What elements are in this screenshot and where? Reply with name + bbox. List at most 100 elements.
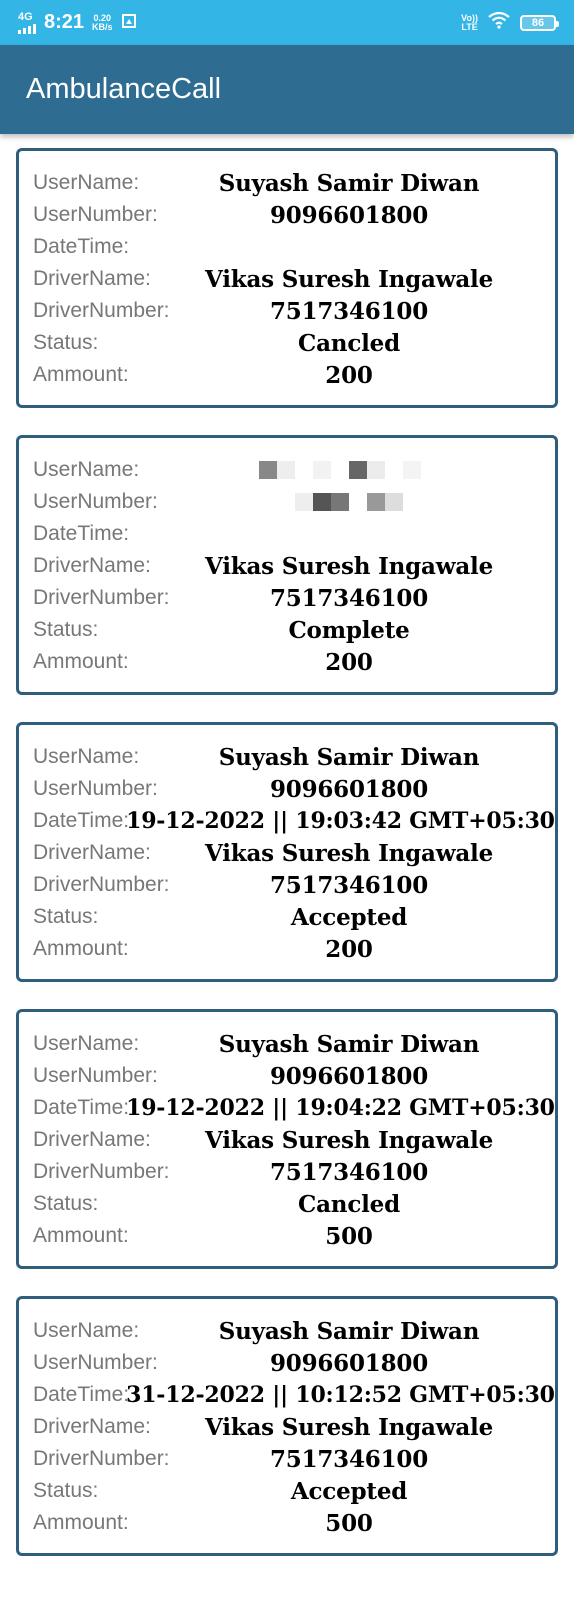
drivernumber-value: 7517346100 xyxy=(269,1158,429,1186)
datetime-row: DateTime: 19-12-2022 || 19:03:42 GMT+05:… xyxy=(33,805,555,837)
usernumber-value: 9096601800 xyxy=(269,1062,429,1090)
booking-card[interactable]: UserName: Suyash Samir Diwan UserNumber:… xyxy=(16,148,558,408)
drivernumber-label: DriverNumber: xyxy=(33,299,170,322)
drivernumber-row: DriverNumber: 7517346100 xyxy=(33,869,555,901)
status-value: Cancled xyxy=(298,329,400,357)
drivername-row: DriverName: Vikas Suresh Ingawale xyxy=(33,263,555,295)
drivernumber-value: 7517346100 xyxy=(269,297,429,325)
amount-value: 500 xyxy=(325,1509,373,1537)
username-row: UserName: Suyash Samir Diwan xyxy=(33,741,555,773)
amount-label: Ammount: xyxy=(33,1511,129,1534)
usernumber-value: 9096601800 xyxy=(269,775,429,803)
signal-icon: 4G xyxy=(18,10,36,34)
drivername-value: Vikas Suresh Ingawale xyxy=(204,1413,494,1441)
amount-label: Ammount: xyxy=(33,363,129,386)
status-value: Accepted xyxy=(290,903,408,931)
drivername-label: DriverName: xyxy=(33,1415,151,1438)
amount-row: Ammount: 200 xyxy=(33,359,555,391)
drivernumber-label: DriverNumber: xyxy=(33,586,170,609)
drivernumber-label: DriverNumber: xyxy=(33,873,170,896)
datetime-label: DateTime: xyxy=(33,1096,130,1119)
usernumber-label: UserNumber: xyxy=(33,1351,158,1374)
drivernumber-value: 7517346100 xyxy=(269,871,429,899)
drivername-row: DriverName: Vikas Suresh Ingawale xyxy=(33,1124,555,1156)
username-value-redacted xyxy=(143,461,555,479)
app-bar: AmbulanceCall xyxy=(0,45,574,134)
datetime-row: DateTime: 31-12-2022 || 10:12:52 GMT+05:… xyxy=(33,1379,555,1411)
status-row: Status: Complete xyxy=(33,614,555,646)
usernumber-label: UserNumber: xyxy=(33,203,158,226)
datetime-row: DateTime: 19-12-2022 || 19:04:22 GMT+05:… xyxy=(33,1092,555,1124)
amount-value: 500 xyxy=(325,1222,373,1250)
datetime-row: DateTime: xyxy=(33,231,555,263)
booking-card[interactable]: UserName: Suyash Samir Diwan UserNumber:… xyxy=(16,1009,558,1269)
wifi-icon xyxy=(488,11,510,34)
network-type: 4G xyxy=(18,10,33,23)
amount-row: Ammount: 200 xyxy=(33,933,555,965)
drivername-label: DriverName: xyxy=(33,1128,151,1151)
datetime-label: DateTime: xyxy=(33,522,130,545)
datetime-label: DateTime: xyxy=(33,809,130,832)
username-row: UserName: Suyash Samir Diwan xyxy=(33,167,555,199)
status-value: Accepted xyxy=(290,1477,408,1505)
username-value: Suyash Samir Diwan xyxy=(218,743,480,771)
status-row: Status: Cancled xyxy=(33,1188,555,1220)
amount-row: Ammount: 500 xyxy=(33,1507,555,1539)
username-label: UserName: xyxy=(33,171,140,194)
datetime-value: 19-12-2022 || 19:03:42 GMT+05:30 xyxy=(126,808,555,834)
datetime-label: DateTime: xyxy=(33,235,130,258)
clock: 8:21 xyxy=(44,11,85,33)
username-label: UserName: xyxy=(33,1032,140,1055)
drivername-row: DriverName: Vikas Suresh Ingawale xyxy=(33,837,555,869)
status-value: Complete xyxy=(288,616,410,644)
drivername-label: DriverName: xyxy=(33,554,151,577)
username-row: UserName: Suyash Samir Diwan xyxy=(33,1028,555,1060)
drivername-label: DriverName: xyxy=(33,841,151,864)
drivername-row: DriverName: Vikas Suresh Ingawale xyxy=(33,550,555,582)
drivername-value: Vikas Suresh Ingawale xyxy=(204,1126,494,1154)
username-row: UserName: xyxy=(33,454,555,486)
username-value: Suyash Samir Diwan xyxy=(218,1317,480,1345)
amount-label: Ammount: xyxy=(33,650,129,673)
amount-label: Ammount: xyxy=(33,937,129,960)
usernumber-value-redacted xyxy=(143,493,555,511)
drivernumber-value: 7517346100 xyxy=(269,584,429,612)
status-bar: 4G 8:21 0.20 KB/s Vo)) LTE 86 xyxy=(0,0,574,45)
drivernumber-row: DriverNumber: 7517346100 xyxy=(33,582,555,614)
battery-icon: 86 xyxy=(520,14,559,31)
status-label: Status: xyxy=(33,905,99,928)
drivernumber-value: 7517346100 xyxy=(269,1445,429,1473)
drivername-value: Vikas Suresh Ingawale xyxy=(204,552,494,580)
status-label: Status: xyxy=(33,618,99,641)
screenshot-icon xyxy=(121,13,137,32)
usernumber-value: 9096601800 xyxy=(269,201,429,229)
usernumber-row: UserNumber: 9096601800 xyxy=(33,1347,555,1379)
amount-row: Ammount: 200 xyxy=(33,646,555,678)
drivername-label: DriverName: xyxy=(33,267,151,290)
usernumber-row: UserNumber: xyxy=(33,486,555,518)
amount-value: 200 xyxy=(325,648,373,676)
usernumber-label: UserNumber: xyxy=(33,490,158,513)
booking-card[interactable]: UserName: UserNumber: DateTime: DriverNa… xyxy=(16,435,558,695)
drivernumber-label: DriverNumber: xyxy=(33,1447,170,1470)
datetime-label: DateTime: xyxy=(33,1383,130,1406)
amount-row: Ammount: 500 xyxy=(33,1220,555,1252)
datetime-row: DateTime: xyxy=(33,518,555,550)
drivername-row: DriverName: Vikas Suresh Ingawale xyxy=(33,1411,555,1443)
booking-card[interactable]: UserName: Suyash Samir Diwan UserNumber:… xyxy=(16,1296,558,1556)
username-label: UserName: xyxy=(33,458,140,481)
booking-card[interactable]: UserName: Suyash Samir Diwan UserNumber:… xyxy=(16,722,558,982)
status-row: Status: Accepted xyxy=(33,901,555,933)
status-row: Status: Cancled xyxy=(33,327,555,359)
datetime-value: 19-12-2022 || 19:04:22 GMT+05:30 xyxy=(126,1095,555,1121)
drivername-value: Vikas Suresh Ingawale xyxy=(204,839,494,867)
usernumber-value: 9096601800 xyxy=(269,1349,429,1377)
battery-level: 86 xyxy=(531,16,545,29)
username-value: Suyash Samir Diwan xyxy=(218,1030,480,1058)
drivernumber-label: DriverNumber: xyxy=(33,1160,170,1183)
username-label: UserName: xyxy=(33,1319,140,1342)
usernumber-row: UserNumber: 9096601800 xyxy=(33,773,555,805)
network-speed: 0.20 KB/s xyxy=(92,12,113,32)
drivername-value: Vikas Suresh Ingawale xyxy=(204,265,494,293)
drivernumber-row: DriverNumber: 7517346100 xyxy=(33,295,555,327)
